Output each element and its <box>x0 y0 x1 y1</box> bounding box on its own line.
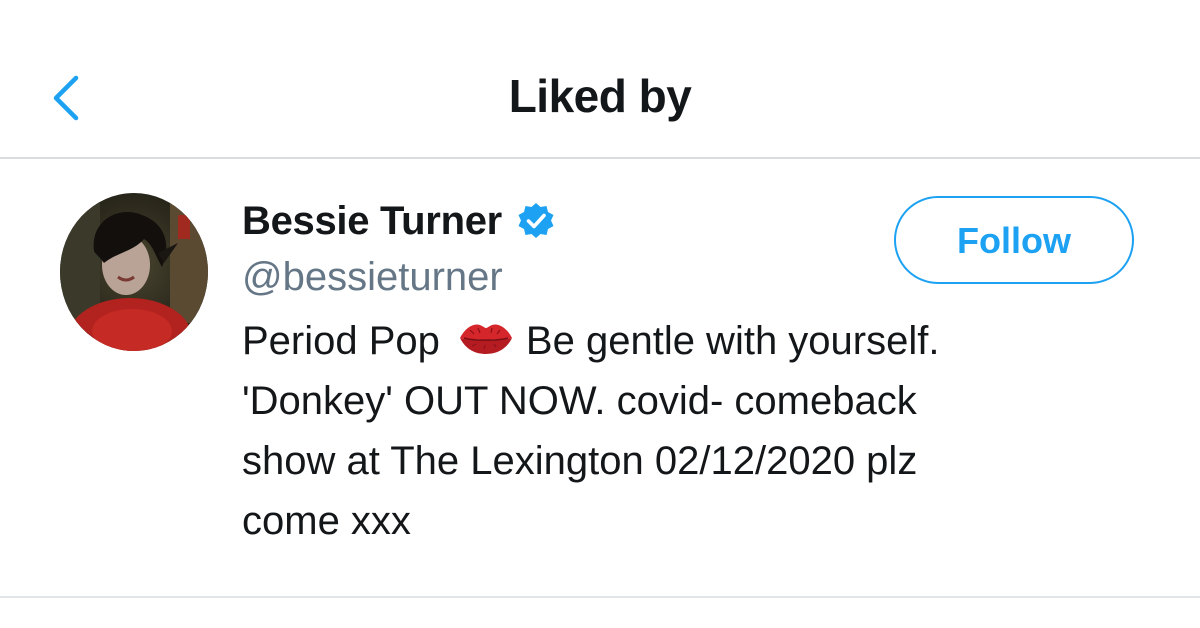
bio-line: come xxx <box>242 499 411 543</box>
user-list-item[interactable]: Bessie Turner @bessieturner Period Pop B… <box>0 159 1200 598</box>
bio-text: Period Pop <box>242 319 440 363</box>
liked-by-screen: Liked by Bessie Turner @bessieturner Per… <box>0 0 1200 628</box>
bio-line: 'Donkey' OUT NOW. covid- comeback <box>242 379 917 423</box>
bio-line: Period Pop Be gentle with yourself. <box>242 311 1102 371</box>
verified-badge-icon <box>516 201 556 241</box>
lips-kiss-icon <box>458 315 514 355</box>
follow-button[interactable]: Follow <box>894 196 1134 284</box>
page-title: Liked by <box>508 70 692 122</box>
navigation-bar: Liked by <box>0 0 1200 159</box>
user-bio: Period Pop Be gentle with yourself. 'Don… <box>242 311 1102 551</box>
bio-text: Be gentle with yourself. <box>525 319 940 363</box>
avatar[interactable] <box>60 193 208 351</box>
bio-line: show at The Lexington 02/12/2020 plz <box>242 439 918 483</box>
display-name: Bessie Turner <box>242 199 502 243</box>
